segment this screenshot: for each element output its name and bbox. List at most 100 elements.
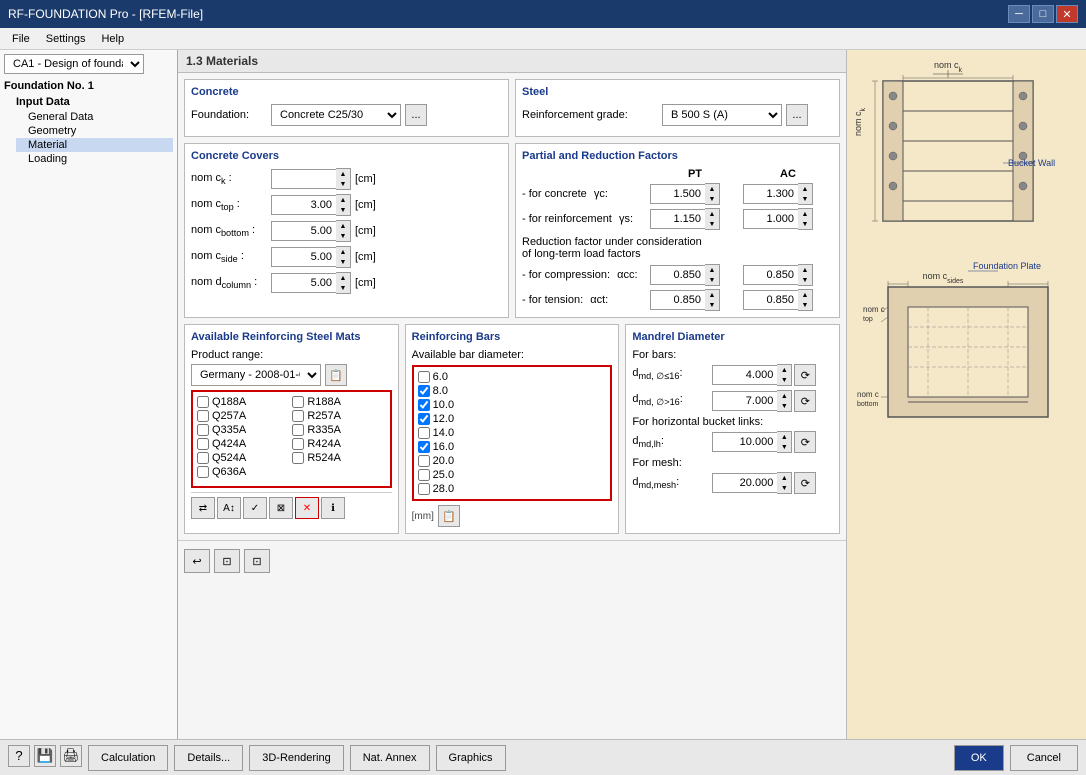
mat-btn-3[interactable]: ✓ [243, 497, 267, 519]
minimize-button[interactable]: ─ [1008, 5, 1030, 23]
compr-pt-down[interactable]: ▼ [705, 275, 719, 285]
dmdlh-field[interactable] [712, 432, 777, 452]
dmdmesh-field[interactable] [712, 473, 777, 493]
paste-btn[interactable]: ⊡ [244, 549, 270, 573]
rein-pt-up[interactable]: ▲ [705, 209, 719, 219]
nomck-up[interactable]: ▲ [336, 169, 350, 179]
concrete-pt-field[interactable] [650, 184, 705, 204]
mat-Q524A[interactable]: Q524A [197, 452, 290, 464]
compr-ac-up[interactable]: ▲ [798, 265, 812, 275]
mat-R524A[interactable]: R524A [292, 452, 385, 464]
foundation-dropdown[interactable]: Concrete C25/30 [271, 104, 401, 126]
mat-R257A[interactable]: R257A [292, 410, 385, 422]
nomck-field[interactable] [271, 169, 336, 189]
dmdlh-down[interactable]: ▼ [777, 442, 791, 452]
steel-edit-btn[interactable]: ... [786, 104, 808, 126]
tension-pt-up[interactable]: ▲ [705, 290, 719, 300]
case-dropdown[interactable]: CA1 - Design of foundations [4, 54, 144, 74]
rein-pt-field[interactable] [650, 209, 705, 229]
calculation-button[interactable]: Calculation [88, 745, 168, 771]
concrete-pt-down[interactable]: ▼ [705, 194, 719, 204]
concrete-ac-down[interactable]: ▼ [798, 194, 812, 204]
menu-file[interactable]: File [4, 31, 38, 47]
concrete-ac-field[interactable] [743, 184, 798, 204]
range-edit-btn[interactable]: 📋 [325, 364, 347, 386]
mat-Q424A[interactable]: Q424A [197, 438, 290, 450]
nomcside-field[interactable] [271, 247, 336, 267]
bar-8[interactable]: 8.0 [418, 385, 607, 397]
undo-btn[interactable]: ↩ [184, 549, 210, 573]
tension-pt-field[interactable] [650, 290, 705, 310]
rein-pt-down[interactable]: ▼ [705, 219, 719, 229]
dmd1-edit[interactable]: ⟳ [794, 364, 816, 386]
tension-pt-down[interactable]: ▼ [705, 300, 719, 310]
bars-edit-btn[interactable]: 📋 [438, 505, 460, 527]
ok-button[interactable]: OK [954, 745, 1004, 771]
dmdlh-edit[interactable]: ⟳ [794, 431, 816, 453]
nomcside-up[interactable]: ▲ [336, 247, 350, 257]
mat-R335A[interactable]: R335A [292, 424, 385, 436]
mat-R424A[interactable]: R424A [292, 438, 385, 450]
bar-25[interactable]: 25.0 [418, 469, 607, 481]
bar-16[interactable]: 16.0 [418, 441, 607, 453]
bar-28[interactable]: 28.0 [418, 483, 607, 495]
concrete-ac-up[interactable]: ▲ [798, 184, 812, 194]
nomcside-down[interactable]: ▼ [336, 257, 350, 267]
nat-annex-button[interactable]: Nat. Annex [350, 745, 430, 771]
mat-Q335A[interactable]: Q335A [197, 424, 290, 436]
print-icon-btn[interactable]: 🖨 [60, 745, 82, 767]
sidebar-item-material[interactable]: Material [16, 138, 173, 152]
tension-ac-down[interactable]: ▼ [798, 300, 812, 310]
save-icon-btn[interactable]: 💾 [34, 745, 56, 767]
dmdmesh-down[interactable]: ▼ [777, 483, 791, 493]
mat-Q188A[interactable]: Q188A [197, 396, 290, 408]
help-icon-btn[interactable]: ? [8, 745, 30, 767]
maximize-button[interactable]: □ [1032, 5, 1054, 23]
rein-ac-up[interactable]: ▲ [798, 209, 812, 219]
bar-12[interactable]: 12.0 [418, 413, 607, 425]
dmd1-field[interactable] [712, 365, 777, 385]
dmd2-up[interactable]: ▲ [777, 391, 791, 401]
concrete-edit-btn[interactable]: ... [405, 104, 427, 126]
menu-settings[interactable]: Settings [38, 31, 94, 47]
copy-btn[interactable]: ⊡ [214, 549, 240, 573]
mat-btn-info[interactable]: ℹ [321, 497, 345, 519]
bar-14[interactable]: 14.0 [418, 427, 607, 439]
mat-Q257A[interactable]: Q257A [197, 410, 290, 422]
nomcbottom-up[interactable]: ▲ [336, 221, 350, 231]
details-button[interactable]: Details... [174, 745, 243, 771]
sidebar-item-general-data[interactable]: General Data [16, 110, 173, 124]
dmd1-up[interactable]: ▲ [777, 365, 791, 375]
steel-grade-dropdown[interactable]: B 500 S (A) [662, 104, 782, 126]
nomck-down[interactable]: ▼ [336, 179, 350, 189]
mat-btn-delete[interactable]: ✕ [295, 497, 319, 519]
nomdc-up[interactable]: ▲ [336, 273, 350, 283]
sidebar-item-geometry[interactable]: Geometry [16, 124, 173, 138]
mat-btn-1[interactable]: ⇄ [191, 497, 215, 519]
mat-Q636A[interactable]: Q636A [197, 466, 290, 478]
compr-ac-field[interactable] [743, 265, 798, 285]
cancel-button[interactable]: Cancel [1010, 745, 1078, 771]
mat-btn-4[interactable]: ⊠ [269, 497, 293, 519]
dmdlh-up[interactable]: ▲ [777, 432, 791, 442]
nomdc-down[interactable]: ▼ [336, 283, 350, 293]
nomctop-up[interactable]: ▲ [336, 195, 350, 205]
nomctop-down[interactable]: ▼ [336, 205, 350, 215]
3d-rendering-button[interactable]: 3D-Rendering [249, 745, 343, 771]
nomctop-field[interactable] [271, 195, 336, 215]
mat-btn-2[interactable]: A↕ [217, 497, 241, 519]
bar-10[interactable]: 10.0 [418, 399, 607, 411]
rein-ac-down[interactable]: ▼ [798, 219, 812, 229]
compr-ac-down[interactable]: ▼ [798, 275, 812, 285]
dmd2-down[interactable]: ▼ [777, 401, 791, 411]
bar-20[interactable]: 20.0 [418, 455, 607, 467]
concrete-pt-up[interactable]: ▲ [705, 184, 719, 194]
dmdmesh-up[interactable]: ▲ [777, 473, 791, 483]
tension-ac-up[interactable]: ▲ [798, 290, 812, 300]
graphics-button[interactable]: Graphics [436, 745, 506, 771]
dmd2-edit[interactable]: ⟳ [794, 390, 816, 412]
tension-ac-field[interactable] [743, 290, 798, 310]
sidebar-item-loading[interactable]: Loading [16, 152, 173, 166]
dmd2-field[interactable] [712, 391, 777, 411]
product-range-dropdown[interactable]: Germany - 2008-01-01 [191, 364, 321, 386]
